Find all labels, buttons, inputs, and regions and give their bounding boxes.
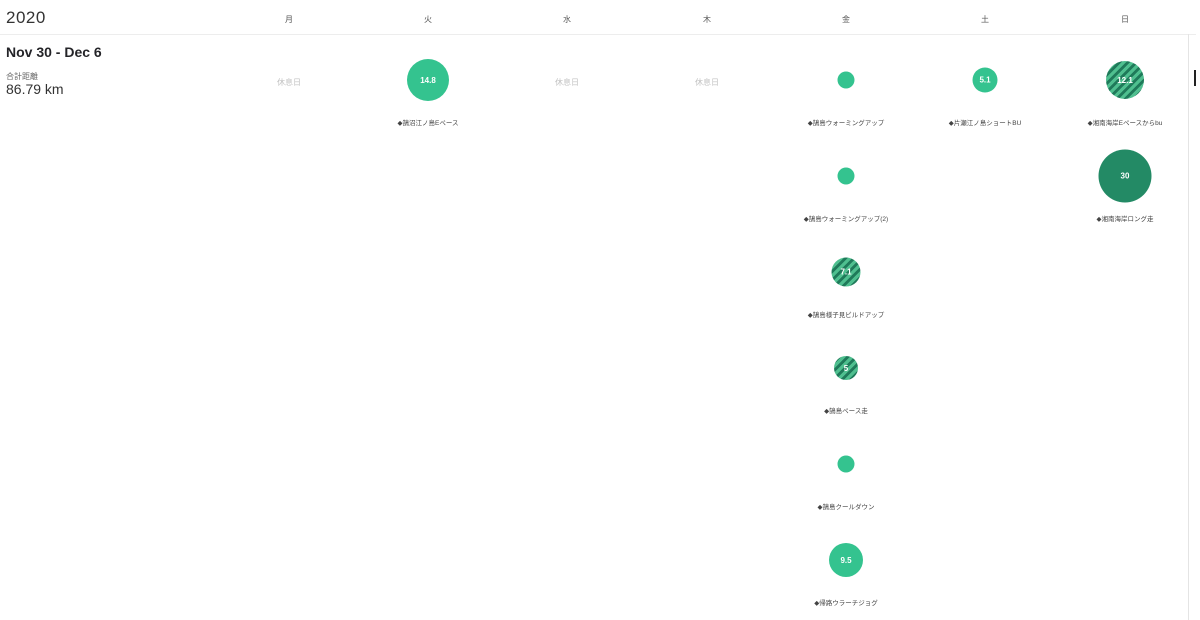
activity-bubble[interactable] [837,71,855,89]
activity-title[interactable]: ◆片瀬江ノ島ショートBU [915,117,1055,127]
day-header-sun: 日 [1121,15,1129,24]
day-header-tue: 火 [424,15,432,24]
activity-bubble[interactable] [837,167,855,185]
day-header-wed: 水 [563,15,571,24]
scrollbar-thumb[interactable] [1194,70,1196,86]
day-header-sat: 土 [981,15,989,24]
activity-bubble[interactable]: 7.1 [831,257,861,287]
activity-bubble[interactable]: 9.5 [829,543,863,577]
calendar-header: 2020 [0,0,1196,35]
activity-title[interactable]: ◆鵠島ペース走 [776,405,916,415]
activity-title[interactable]: ◆鵠島様子見ビルドアップ [776,309,916,319]
activity-title[interactable]: ◆湘南海岸ロング走 [1055,213,1195,223]
day-header-fri: 金 [842,15,850,24]
activity-distance: 5 [843,363,849,373]
day-header-mon: 月 [285,15,293,24]
activity-title[interactable]: ◆帰路ウラーチジョグ [776,597,916,607]
activity-distance: 12.1 [1117,75,1133,85]
year-label: 2020 [6,8,46,27]
activity-title[interactable]: ◆鵠島クールダウン [776,501,916,511]
activity-title[interactable]: ◆鵠沼江ノ島Eペース [358,117,498,127]
activity-bubble[interactable]: 5 [834,356,858,380]
rest-day-mon: 休息日 [277,78,301,87]
activity-distance: 7.1 [840,267,852,277]
day-header-thu: 木 [703,15,711,24]
rest-day-wed: 休息日 [555,78,579,87]
activity-bubble[interactable] [837,455,855,473]
rest-day-thu: 休息日 [695,78,719,87]
activity-bubble[interactable]: 14.8 [407,59,449,101]
total-distance-value: 86.79 km [6,81,64,97]
activity-title[interactable]: ◆湘南海岸Eペースからbu [1055,117,1195,127]
activity-title[interactable]: ◆鵠島ウォーミングアップ [776,117,916,127]
activity-bubble[interactable]: 5.1 [972,67,998,93]
activity-bubble[interactable]: 12.1 [1106,61,1144,99]
activity-distance: 5.1 [979,75,991,85]
activity-distance: 14.8 [420,75,436,85]
activity-bubble[interactable]: 30 [1098,149,1152,203]
week-range: Nov 30 - Dec 6 [6,44,102,60]
activity-distance: 9.5 [840,555,852,565]
activity-title[interactable]: ◆鵠島ウォーミングアップ(2) [776,213,916,223]
activity-distance: 30 [1120,171,1130,181]
